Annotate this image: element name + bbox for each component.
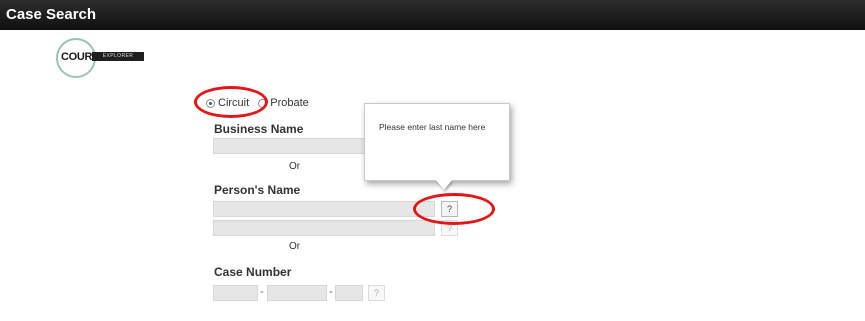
last-name-input[interactable]: [213, 201, 435, 217]
case-number-label: Case Number: [214, 265, 292, 279]
logo-tagline: EXPLORER: [92, 52, 144, 61]
title-bar: Case Search: [0, 0, 865, 30]
dash-separator: -: [260, 286, 264, 298]
first-name-input[interactable]: [213, 220, 435, 236]
court-explorer-logo: COURT EXPLORER: [56, 38, 186, 78]
tooltip-pointer: [436, 180, 452, 190]
case-number-part1-input[interactable]: [213, 285, 258, 301]
help-tooltip: Please enter last name here: [364, 103, 510, 181]
case-number-help-button[interactable]: ?: [368, 285, 385, 301]
help-button-highlight-circle: [413, 193, 495, 225]
page-title: Case Search: [6, 6, 97, 23]
case-number-part2-input[interactable]: [267, 285, 327, 301]
persons-name-label: Person's Name: [214, 183, 301, 197]
tooltip-text: Please enter last name here: [379, 122, 486, 132]
business-name-input[interactable]: [213, 138, 365, 154]
business-name-label: Business Name: [214, 122, 304, 136]
radio-probate-label[interactable]: Probate: [270, 97, 309, 109]
or-separator: Or: [289, 241, 301, 252]
or-separator: Or: [289, 161, 301, 172]
dash-separator: -: [329, 286, 333, 298]
case-number-part3-input[interactable]: [335, 285, 363, 301]
circuit-highlight-circle: [194, 86, 268, 118]
